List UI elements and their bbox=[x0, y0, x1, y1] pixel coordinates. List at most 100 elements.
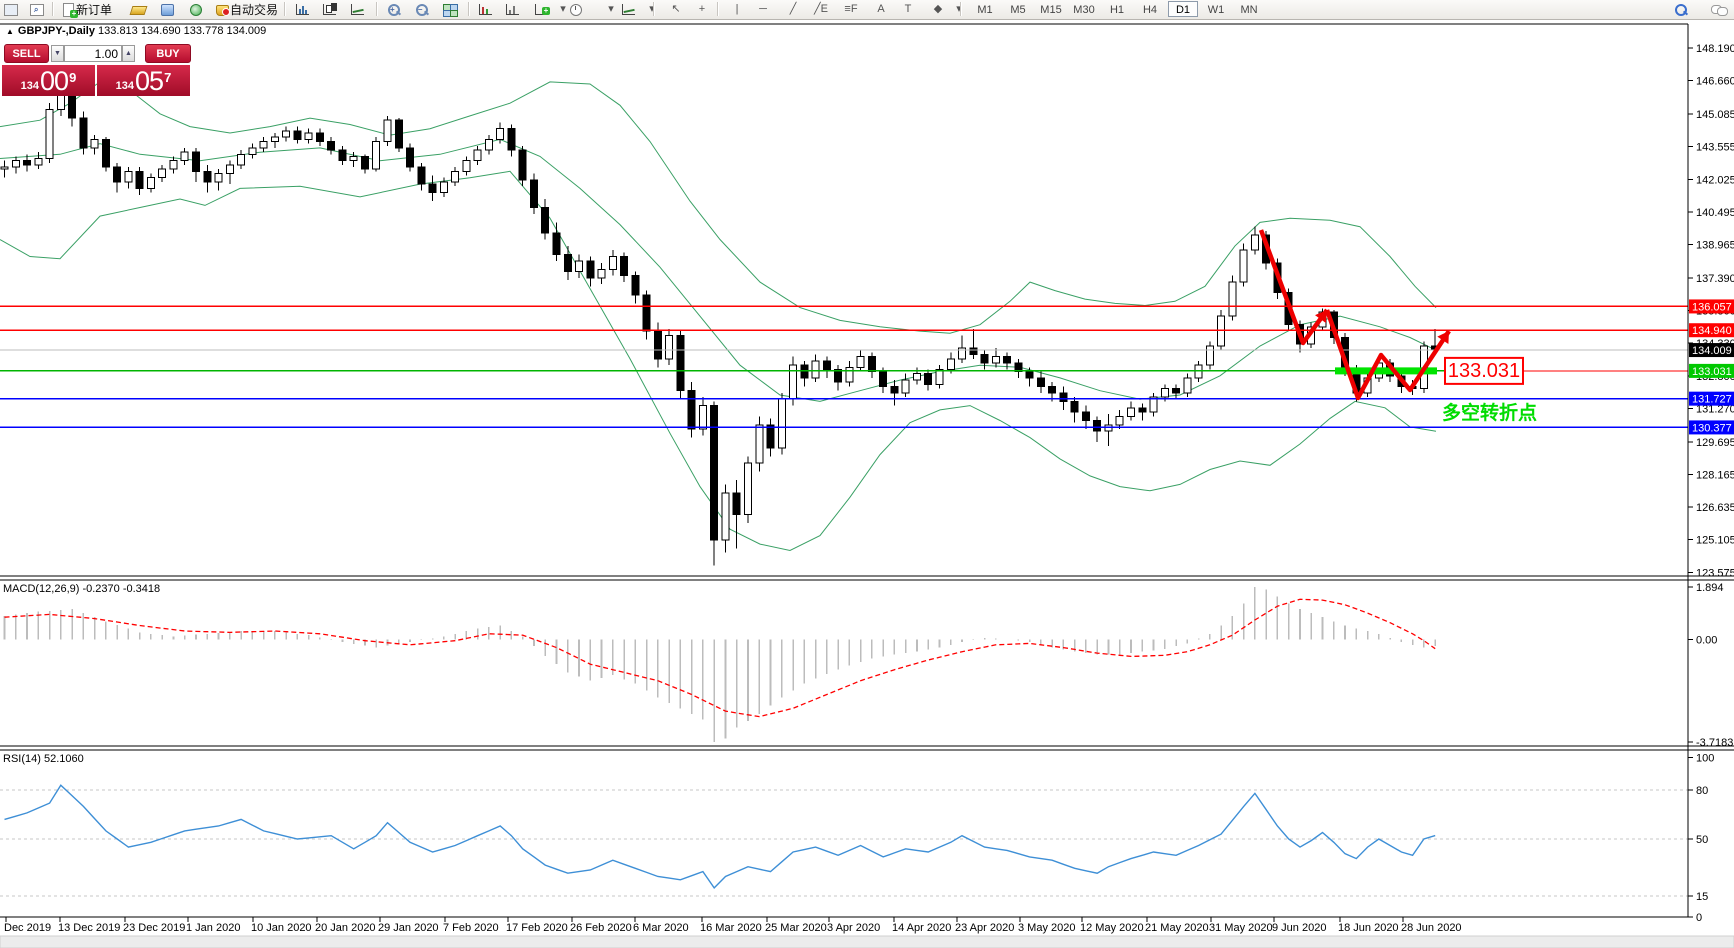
buy-button[interactable]: BUY bbox=[145, 44, 191, 63]
candle-bear bbox=[294, 131, 301, 140]
line-chart-icon[interactable] bbox=[347, 1, 369, 17]
horizontal-line-icon[interactable]: ─ bbox=[752, 1, 774, 17]
candle-bull bbox=[666, 335, 673, 358]
volume-increase-button[interactable]: ▲ bbox=[122, 45, 135, 62]
timeframe-button-m30[interactable]: M30 bbox=[1069, 1, 1099, 17]
axis-price-flag-label: 130.377 bbox=[1692, 422, 1732, 434]
signals-icon[interactable] bbox=[184, 1, 206, 17]
candle-bull bbox=[238, 154, 245, 165]
terminal-window-icon[interactable] bbox=[0, 1, 22, 17]
indicators-window-icon[interactable] bbox=[475, 1, 497, 17]
objects-window-icon[interactable] bbox=[502, 1, 524, 17]
chart-title: ▲GBPJPY-,Daily 133.813 134.690 133.778 1… bbox=[6, 25, 266, 37]
tile-windows-icon[interactable] bbox=[439, 1, 461, 17]
zoom-out-icon[interactable]: – bbox=[411, 1, 433, 17]
volume-input[interactable] bbox=[64, 45, 122, 62]
axis-price-flag-label: 136.057 bbox=[1692, 301, 1732, 313]
candle-bull bbox=[147, 178, 154, 189]
crosshair-icon[interactable]: + bbox=[691, 1, 713, 17]
price-tick-label: 138.965 bbox=[1696, 239, 1734, 251]
pivot-annotation-text: 多空转折点 bbox=[1442, 401, 1537, 424]
date-tick-label: 16 Mar 2020 bbox=[700, 922, 762, 934]
search-icon[interactable] bbox=[1670, 1, 1692, 17]
channel-icon[interactable]: ╱E bbox=[810, 1, 832, 17]
price-tick-label: 126.635 bbox=[1696, 502, 1734, 514]
candle-bull bbox=[497, 129, 504, 140]
timeframe-button-m15[interactable]: M15 bbox=[1036, 1, 1066, 17]
candle-bull bbox=[215, 173, 222, 182]
template-icon[interactable] bbox=[618, 1, 640, 17]
candle-bull bbox=[1240, 250, 1247, 282]
candle-bear bbox=[508, 129, 515, 150]
axis-price-flag-label: 134.940 bbox=[1692, 325, 1732, 337]
window-bottom-strip bbox=[0, 936, 1734, 948]
candle-bull bbox=[1229, 282, 1236, 316]
candle-bear bbox=[711, 406, 718, 540]
chat-icon[interactable] bbox=[1708, 1, 1730, 17]
trend-zigzag-arrow-1 bbox=[1261, 230, 1327, 343]
toolbar-separator bbox=[653, 2, 655, 16]
fibonacci-icon[interactable]: ≡F bbox=[840, 1, 862, 17]
candle-bear bbox=[519, 150, 526, 180]
gold-deposit-icon[interactable] bbox=[127, 1, 149, 17]
date-tick-label: 7 Feb 2020 bbox=[443, 922, 499, 934]
text-label-icon[interactable]: T bbox=[897, 1, 919, 17]
candle-bear bbox=[328, 142, 335, 151]
candle-bull bbox=[373, 142, 380, 170]
date-tick-label: 12 May 2020 bbox=[1080, 922, 1144, 934]
axis-price-flag-label: 133.031 bbox=[1692, 366, 1732, 378]
autoscroll-clock-icon[interactable] bbox=[565, 1, 587, 17]
timeframe-button-d1[interactable]: D1 bbox=[1168, 1, 1198, 17]
dropdown-icon[interactable]: ▾ bbox=[641, 1, 663, 17]
volume-decrease-button[interactable]: ▼ bbox=[51, 45, 64, 62]
macd-tick-label: -3.7183 bbox=[1696, 737, 1733, 749]
candle-bull bbox=[283, 131, 290, 137]
candle-bull bbox=[846, 367, 853, 382]
candle-bear bbox=[688, 391, 695, 429]
market-watch-icon[interactable]: ⌕ bbox=[26, 1, 48, 17]
add-indicator-icon[interactable]: + bbox=[531, 1, 553, 17]
timeframe-button-w1[interactable]: W1 bbox=[1201, 1, 1231, 17]
candle-bull bbox=[913, 374, 920, 380]
candle-bull bbox=[463, 161, 470, 172]
collapse-icon[interactable]: ▲ bbox=[6, 27, 14, 36]
macd-pane-label: MACD(12,26,9) -0.2370 -0.3418 bbox=[3, 583, 160, 595]
timeframe-button-mn[interactable]: MN bbox=[1234, 1, 1264, 17]
text-icon[interactable]: A bbox=[870, 1, 892, 17]
sell-price-panel[interactable]: 134009 bbox=[2, 65, 95, 96]
chart-canvas[interactable]: 133.031多空转折点148.190146.660145.085143.555… bbox=[0, 0, 1734, 948]
bar-chart-icon[interactable] bbox=[292, 1, 314, 17]
timeframe-button-m1[interactable]: M1 bbox=[970, 1, 1000, 17]
new-order-label[interactable]: 新订单 bbox=[76, 1, 112, 17]
candle-bear bbox=[677, 335, 684, 390]
candle-bear bbox=[733, 493, 740, 514]
candle-bull bbox=[12, 161, 19, 167]
one-click-price-row: 134009 134057 bbox=[2, 65, 192, 96]
price-tick-label: 140.495 bbox=[1696, 207, 1734, 219]
zoom-in-icon[interactable]: + bbox=[383, 1, 405, 17]
date-tick-label: 18 Jun 2020 bbox=[1338, 922, 1399, 934]
candlestick-chart-icon[interactable] bbox=[319, 1, 341, 17]
sell-button[interactable]: SELL bbox=[4, 44, 49, 63]
candle-bull bbox=[1218, 316, 1225, 346]
toolbar-separator bbox=[468, 2, 470, 16]
rsi-tick-label: 50 bbox=[1696, 834, 1708, 846]
trendline-icon[interactable]: ╱ bbox=[782, 1, 804, 17]
rsi-pane-label: RSI(14) 52.1060 bbox=[3, 753, 84, 765]
vertical-line-icon[interactable]: | bbox=[726, 1, 748, 17]
candle-bull bbox=[384, 120, 391, 141]
buy-price-panel[interactable]: 134057 bbox=[97, 65, 190, 96]
cursor-icon[interactable]: ↖ bbox=[665, 1, 687, 17]
candle-bear bbox=[970, 348, 977, 354]
timeframe-button-h1[interactable]: H1 bbox=[1102, 1, 1132, 17]
candle-bear bbox=[1037, 378, 1044, 387]
timeframe-button-h4[interactable]: H4 bbox=[1135, 1, 1165, 17]
candle-bear bbox=[553, 233, 560, 254]
shapes-icon[interactable]: ◆ bbox=[927, 1, 949, 17]
transfer-icon[interactable] bbox=[156, 1, 178, 17]
auto-trading-label[interactable]: 自动交易 bbox=[230, 1, 278, 17]
timeframe-button-m5[interactable]: M5 bbox=[1003, 1, 1033, 17]
dropdown-icon[interactable]: ▾ bbox=[948, 1, 970, 17]
date-tick-label: 3 May 2020 bbox=[1018, 922, 1075, 934]
toolbar-separator bbox=[52, 2, 54, 16]
